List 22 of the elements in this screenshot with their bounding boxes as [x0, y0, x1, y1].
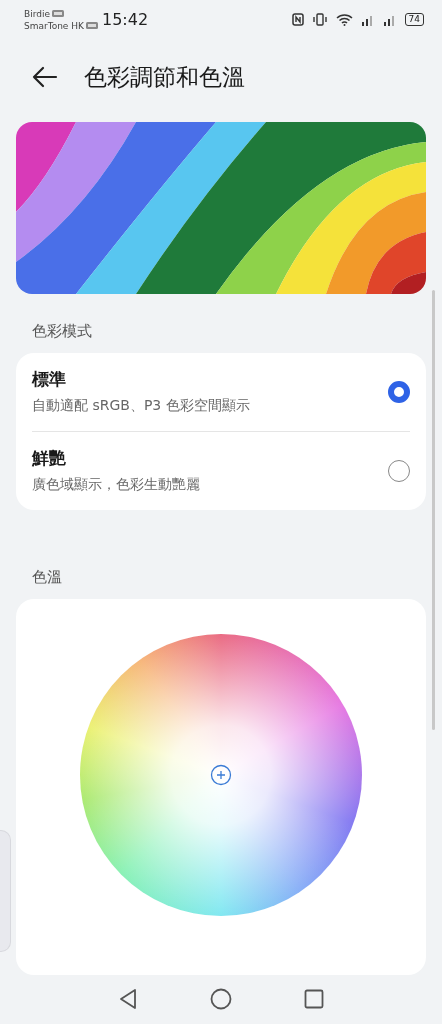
battery-level: 74 — [404, 13, 424, 27]
back-icon[interactable] — [32, 66, 58, 89]
status-time: 15:42 — [101, 10, 149, 30]
page-title: 色彩調節和色溫 — [84, 62, 245, 92]
section-heading: 色溫 — [32, 567, 62, 587]
mode-option[interactable]: 標準 自動適配 sRGB、P3 色彩空間顯示 — [16, 352, 426, 431]
wheel-handle-icon[interactable] — [210, 763, 232, 786]
network-badge-icon — [85, 22, 98, 30]
nfc-icon — [291, 13, 304, 27]
back-icon[interactable] — [118, 988, 138, 1011]
signal-icon — [360, 13, 375, 26]
section-heading: 色彩模式 — [32, 321, 92, 341]
side-dock-handle[interactable] — [0, 830, 11, 952]
signal-icon — [382, 13, 397, 26]
network-badge-icon — [51, 10, 64, 18]
carrier-name: Birdie — [24, 7, 50, 20]
recents-icon[interactable] — [304, 989, 324, 1010]
home-icon[interactable] — [210, 988, 232, 1011]
mode-option[interactable]: 鮮艷 廣色域顯示，色彩生動艷麗 — [16, 431, 426, 510]
carrier-name: SmarTone HK — [24, 19, 84, 32]
wifi-icon — [335, 13, 353, 27]
vibrate-icon — [311, 13, 328, 27]
